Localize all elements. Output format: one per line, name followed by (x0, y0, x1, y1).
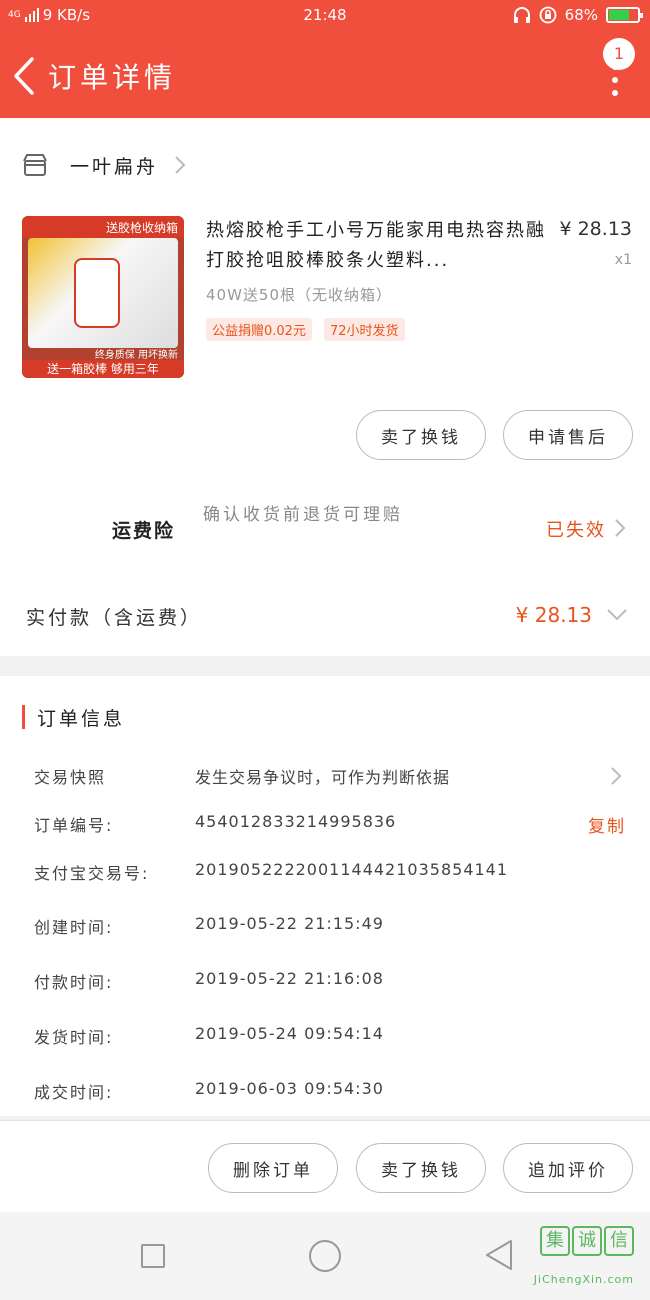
sell-button[interactable]: 卖了换钱 (356, 1143, 486, 1193)
status-bar: 4G 9 KB/s 21:48 68% (0, 0, 650, 34)
row-value: 2019-05-22 21:16:08 (195, 969, 384, 988)
row-key: 成交时间: (34, 1083, 114, 1102)
bottom-action-bar: 删除订单 卖了换钱 追加评价 (0, 1120, 650, 1212)
order-info-card: 订单信息 交易快照 发生交易争议时，可作为判断依据 订单编号: 45401283… (0, 676, 650, 1116)
row-shipped-time: 发货时间: 2019-05-24 09:54:14 (34, 1024, 650, 1054)
row-paid-time: 付款时间: 2019-05-22 21:16:08 (34, 969, 650, 999)
header: 订单详情 1 (0, 34, 650, 118)
row-value: 发生交易争议时，可作为判断依据 (195, 768, 451, 787)
product-title[interactable]: 热熔胶枪手工小号万能家用电热容热融打胶抢咀胶棒胶条火塑料... (206, 216, 551, 276)
chevron-right-icon[interactable] (614, 518, 626, 538)
shipping-insurance-label: 运费险 (112, 520, 176, 542)
row-snapshot[interactable]: 交易快照 发生交易争议时，可作为判断依据 (34, 764, 650, 794)
dot-icon (612, 77, 618, 83)
shop-link[interactable]: 一叶扁舟 (22, 150, 186, 180)
back-triangle-icon[interactable] (484, 1238, 514, 1272)
product-image-bottom-text: 送一箱胶棒 够用三年 (22, 360, 184, 378)
shop-name: 一叶扁舟 (70, 155, 159, 178)
add-review-button[interactable]: 追加评价 (503, 1143, 633, 1193)
row-value: 2019-05-24 09:54:14 (195, 1024, 384, 1043)
rotation-lock-icon (539, 6, 557, 24)
paid-amount-value: ¥ 28.13 (515, 603, 592, 627)
battery-percent: 68% (564, 6, 598, 24)
section-accent-bar (22, 705, 25, 729)
battery-icon (606, 7, 643, 23)
delete-order-button[interactable]: 删除订单 (208, 1143, 338, 1193)
row-value: 2019052222001144421035854141 (195, 860, 509, 879)
product-price: ¥ 28.13 (559, 218, 632, 240)
row-order-number: 订单编号: 454012833214995836 复制 (34, 812, 650, 842)
row-key: 支付宝交易号: (34, 864, 150, 883)
order-item-card: 一叶扁舟 送胶枪收纳箱 终身质保 用坏换新 送一箱胶棒 够用三年 热熔胶枪手工小… (0, 118, 650, 656)
row-value: 454012833214995836 (195, 812, 397, 831)
store-icon (23, 154, 47, 176)
order-info-title: 订单信息 (37, 707, 126, 730)
after-sale-button[interactable]: 申请售后 (503, 410, 633, 460)
status-right: 68% (513, 6, 643, 24)
shipping-insurance-description: 确认收货前退货可理赔 (203, 505, 403, 525)
watermark-char: 集 (540, 1226, 570, 1256)
product-image-middle-text: 终身质保 用坏换新 (94, 350, 178, 361)
chevron-right-icon (611, 767, 622, 785)
headphones-icon (513, 7, 530, 23)
product-tags: 公益捐赠0.02元 72小时发货 (206, 318, 405, 341)
watermark-char: 诚 (572, 1226, 602, 1256)
row-completed-time: 成交时间: 2019-06-03 09:54:30 (34, 1079, 650, 1109)
page-title: 订单详情 (48, 61, 177, 94)
home-button[interactable] (309, 1240, 341, 1272)
watermark-text: JiChengXin.com (533, 1273, 634, 1286)
row-key: 付款时间: (34, 973, 114, 992)
row-created-time: 创建时间: 2019-05-22 21:15:49 (34, 914, 650, 944)
order-info-heading: 订单信息 (22, 704, 125, 730)
battery-fill (609, 10, 630, 20)
product-image-top-text: 送胶枪收纳箱 (22, 216, 184, 238)
row-key: 交易快照 (34, 768, 107, 787)
watermark-logo: 集 诚 信 (540, 1226, 634, 1256)
recent-apps-button[interactable] (141, 1244, 165, 1268)
row-key: 创建时间: (34, 918, 114, 937)
row-key: 发货时间: (34, 1028, 114, 1047)
chevron-left-icon (14, 57, 34, 95)
tag-shipping: 72小时发货 (323, 318, 405, 341)
product-quantity: x1 (614, 252, 632, 268)
dot-icon (612, 90, 618, 96)
watermark: 集 诚 信 JiChengXin.com (530, 1222, 640, 1292)
system-nav-bar: 集 诚 信 JiChengXin.com (0, 1212, 650, 1300)
product-image[interactable]: 送胶枪收纳箱 终身质保 用坏换新 送一箱胶棒 够用三年 (22, 216, 184, 378)
back-button[interactable] (10, 56, 40, 96)
row-key: 订单编号: (34, 816, 114, 835)
product-sku: 40W送50根（无收纳箱） (206, 286, 393, 304)
row-alipay-number: 支付宝交易号: 2019052222001144421035854141 (34, 860, 650, 890)
paid-amount-label: 实付款（含运费） (26, 607, 203, 629)
copy-button[interactable]: 复制 (588, 812, 626, 837)
notification-badge[interactable]: 1 (603, 38, 635, 70)
glue-gun-shape (74, 258, 120, 328)
watermark-char: 信 (604, 1226, 634, 1256)
row-value: 2019-05-22 21:15:49 (195, 914, 384, 933)
shipping-insurance-status[interactable]: 已失效 (546, 516, 606, 542)
sell-button[interactable]: 卖了换钱 (356, 410, 486, 460)
chevron-right-icon (175, 156, 186, 174)
row-value: 2019-06-03 09:54:30 (195, 1079, 384, 1098)
chevron-down-icon[interactable] (606, 608, 628, 622)
tag-charity: 公益捐赠0.02元 (206, 318, 312, 341)
